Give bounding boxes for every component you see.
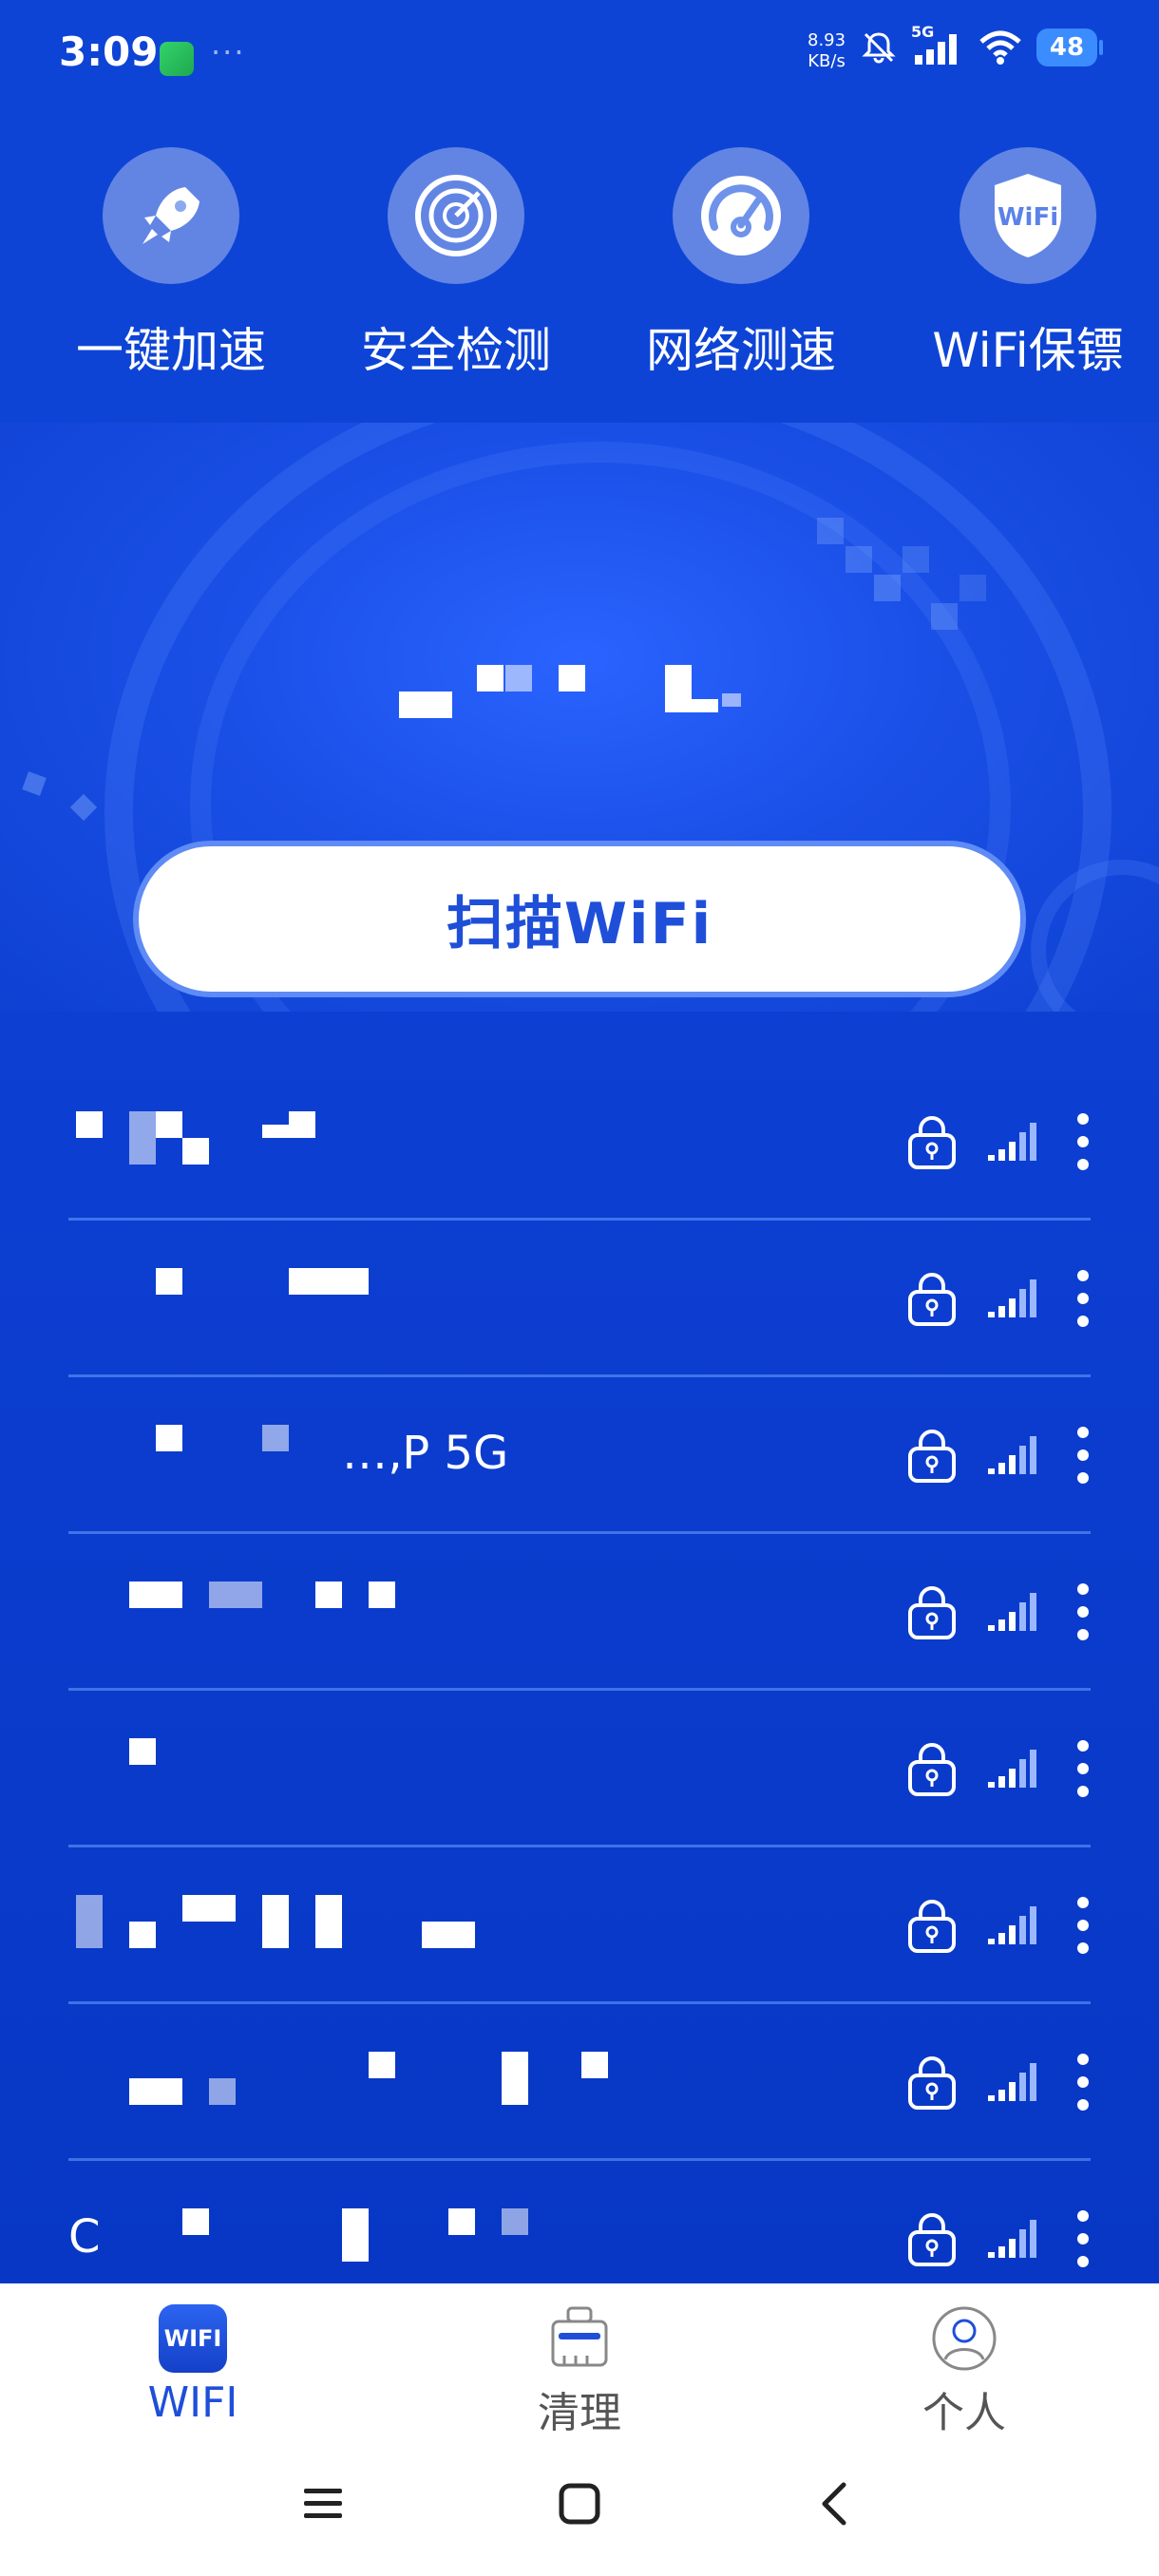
more-options-icon[interactable] <box>1074 1895 1092 1956</box>
more-options-icon[interactable] <box>1074 1111 1092 1172</box>
wifi-list-item[interactable]: …‚P 5G <box>0 1377 1159 1534</box>
quick-action-wifi-guard[interactable]: WiFi WiFi保镖 <box>909 147 1147 381</box>
battery-indicator: 48 <box>1036 28 1103 66</box>
wifi-row-icons <box>906 1582 1092 1642</box>
wifi-list: …‚P 5G C <box>0 1064 1159 2283</box>
more-options-icon[interactable] <box>1074 2052 1092 2112</box>
quick-actions: 一键加速 安全检测 网络测速 WiFi WiFi保镖 <box>0 147 1159 394</box>
lock-icon <box>908 1430 956 1483</box>
bottom-nav: WIFI WIFI 清理 个人 <box>0 2283 1159 2445</box>
more-options-icon[interactable] <box>1074 1738 1092 1799</box>
network-speed: 8.93 KB/s <box>808 30 846 71</box>
lock-icon <box>908 1743 956 1796</box>
more-options-icon[interactable] <box>1074 1425 1092 1486</box>
signal-strength-icon <box>988 2220 1036 2258</box>
wifi-row-icons <box>906 2208 1092 2269</box>
signal-strength-icon <box>988 1906 1036 1944</box>
wifi-list-item[interactable] <box>0 2004 1159 2161</box>
wifi-list-item[interactable] <box>0 1064 1159 1221</box>
status-icons: 5G 48 <box>860 23 1103 66</box>
rocket-icon <box>103 147 239 284</box>
wifi-list-item[interactable] <box>0 1847 1159 2004</box>
more-options-icon[interactable] <box>1074 2208 1092 2269</box>
lock-icon <box>908 1273 956 1326</box>
wifi-list-item[interactable]: C <box>0 2161 1159 2283</box>
app-screen: 3:09 ··· 8.93 KB/s 5G 48 一键加速 安全检测 网络测速 … <box>0 0 1159 2283</box>
home-icon[interactable] <box>557 2481 602 2527</box>
wifi-list-item[interactable] <box>0 1691 1159 1847</box>
quick-action-speed-test[interactable]: 网络测速 <box>622 147 860 381</box>
quick-action-security-check[interactable]: 安全检测 <box>337 147 575 381</box>
wifi-row-icons <box>906 2052 1092 2112</box>
back-icon[interactable] <box>813 2481 859 2527</box>
more-options-icon[interactable] <box>1074 1268 1092 1329</box>
wifi-row-icons <box>906 1425 1092 1486</box>
wifi-ssid: …‚P 5G <box>342 1427 509 1480</box>
wifi-row-icons <box>906 1111 1092 1172</box>
quick-action-boost[interactable]: 一键加速 <box>52 147 290 381</box>
wifi-row-icons <box>906 1895 1092 1956</box>
wifi-list-item[interactable] <box>0 1221 1159 1377</box>
wifi-ssid-masked <box>76 1738 570 1795</box>
signal-strength-icon <box>988 2063 1036 2101</box>
signal-strength-icon <box>988 1593 1036 1631</box>
lock-icon <box>908 2213 956 2266</box>
wifi-app-icon: WIFI <box>159 2304 227 2373</box>
wifi-ssid-masked <box>76 2208 570 2265</box>
wifi-shield-icon: WiFi <box>960 147 1096 284</box>
wifi-ssid-masked <box>76 1895 570 1952</box>
lock-icon <box>908 1900 956 1953</box>
decor-pixel <box>22 771 47 796</box>
more-notifications-icon: ··· <box>211 34 246 70</box>
decor-pixel <box>69 793 98 822</box>
wifi-ssid-masked <box>76 1111 570 1168</box>
nav-tab-profile[interactable]: 个人 <box>850 2304 1078 2439</box>
signal-strength-icon <box>988 1279 1036 1317</box>
wifi-ssid: C <box>68 2210 101 2263</box>
status-time: 3:09 <box>59 28 159 75</box>
nav-tab-clean[interactable]: 清理 <box>466 2304 694 2439</box>
lock-icon <box>908 1116 956 1169</box>
scan-wifi-button[interactable]: 扫描WiFi <box>133 841 1026 997</box>
speedometer-icon <box>673 147 809 284</box>
wifi-ssid-masked <box>76 1268 570 1325</box>
more-options-icon[interactable] <box>1074 1582 1092 1642</box>
cellular-signal-icon: 5G <box>911 23 964 66</box>
signal-strength-icon <box>988 1436 1036 1474</box>
lock-icon <box>908 1586 956 1639</box>
nav-tab-wifi[interactable]: WIFI WIFI <box>79 2304 307 2427</box>
broom-icon <box>551 2306 608 2367</box>
current-network-ssid <box>399 665 798 722</box>
wifi-ssid-masked <box>76 1582 570 1638</box>
system-nav-bar <box>0 2445 1159 2576</box>
person-icon <box>932 2306 997 2371</box>
wifi-ssid-masked <box>76 2052 608 2109</box>
signal-strength-icon <box>988 1750 1036 1788</box>
notification-app-icon <box>160 42 194 76</box>
signal-strength-icon <box>988 1123 1036 1161</box>
menu-icon[interactable] <box>300 2481 346 2527</box>
wifi-status-icon <box>979 30 1021 65</box>
wifi-row-icons <box>906 1738 1092 1799</box>
lock-icon <box>908 2056 956 2110</box>
wifi-list-item[interactable] <box>0 1534 1159 1691</box>
status-bar: 3:09 ··· 8.93 KB/s 5G 48 <box>0 0 1159 114</box>
bell-muted-icon <box>862 32 896 64</box>
radar-icon <box>388 147 524 284</box>
wifi-row-icons <box>906 1268 1092 1329</box>
svg-text:WiFi: WiFi <box>998 203 1058 232</box>
